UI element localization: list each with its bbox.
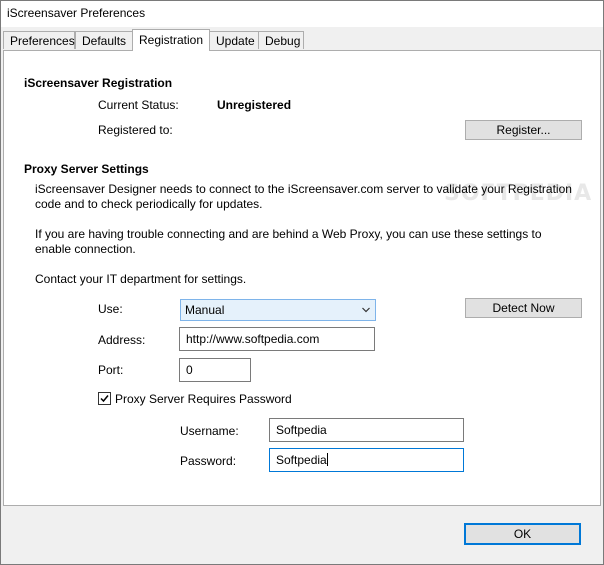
window-title: iScreensaver Preferences (7, 6, 146, 20)
text-caret (326, 453, 328, 466)
tab-registration[interactable]: Registration (132, 29, 210, 51)
proxy-description-line-3: If you are having trouble connecting and… (35, 227, 542, 241)
tab-preferences[interactable]: Preferences (3, 31, 75, 49)
chevron-down-icon (362, 307, 370, 313)
username-label: Username: (180, 424, 239, 438)
proxy-description-line-5: Contact your IT department for settings. (35, 272, 247, 286)
proxy-description-line-1: iScreensaver Designer needs to connect t… (35, 182, 572, 196)
proxy-heading: Proxy Server Settings (24, 162, 149, 176)
preferences-window: iScreensaver Preferences Preferences Def… (0, 0, 604, 565)
requires-password-checkbox[interactable] (98, 392, 111, 405)
password-input[interactable]: Softpedia (269, 448, 464, 472)
title-bar: iScreensaver Preferences (1, 1, 603, 27)
registered-to-label: Registered to: (98, 123, 173, 137)
use-dropdown-value: Manual (185, 303, 225, 317)
address-label: Address: (98, 333, 146, 347)
checkmark-icon (100, 395, 109, 403)
password-input-value: Softpedia (276, 453, 327, 467)
tab-debug[interactable]: Debug (258, 31, 304, 49)
address-input[interactable]: http://www.softpedia.com (179, 327, 375, 351)
password-label: Password: (180, 454, 237, 468)
use-label: Use: (98, 302, 123, 316)
use-dropdown[interactable]: Manual (180, 299, 376, 321)
tab-defaults[interactable]: Defaults (75, 31, 133, 49)
port-input[interactable]: 0 (179, 358, 251, 382)
detect-now-button[interactable]: Detect Now (465, 298, 582, 318)
current-status-value: Unregistered (217, 98, 292, 112)
requires-password-label[interactable]: Proxy Server Requires Password (115, 392, 292, 406)
proxy-description-line-2: code and to check periodically for updat… (35, 197, 263, 211)
port-label: Port: (98, 363, 124, 377)
proxy-description-line-4: enable connection. (35, 242, 136, 256)
registration-panel: SOFTPEDIA iScreensaver Registration Curr… (3, 50, 601, 506)
ok-button[interactable]: OK (464, 523, 581, 545)
current-status-label: Current Status: (98, 98, 179, 112)
registration-heading: iScreensaver Registration (24, 76, 173, 90)
tab-update[interactable]: Update (209, 31, 259, 49)
register-button[interactable]: Register... (465, 120, 582, 140)
username-input[interactable]: Softpedia (269, 418, 464, 442)
